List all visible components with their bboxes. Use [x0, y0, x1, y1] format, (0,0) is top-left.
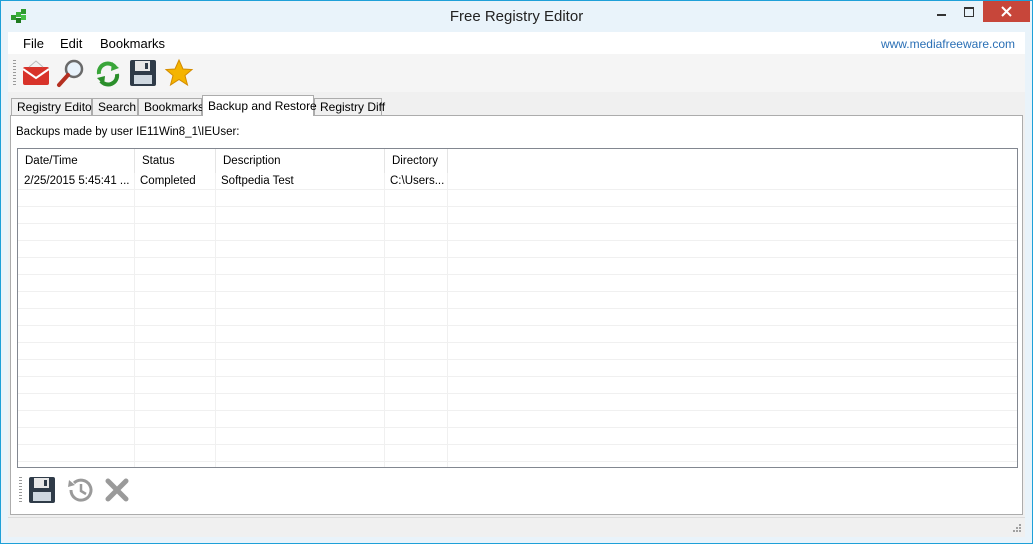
empty-row [18, 190, 1017, 207]
empty-row [18, 394, 1017, 411]
email-icon[interactable] [21, 58, 51, 88]
status-bar [8, 517, 1025, 537]
restore-history-icon[interactable] [65, 475, 95, 505]
empty-row [18, 343, 1017, 360]
table-row[interactable]: 2/25/2015 5:45:41 ... Completed Softpedi… [18, 173, 1017, 190]
empty-row [18, 445, 1017, 462]
menu-file[interactable]: File [23, 36, 44, 51]
refresh-icon[interactable] [93, 58, 123, 88]
resize-grip-icon[interactable] [1010, 523, 1022, 535]
save-icon[interactable] [128, 58, 158, 88]
close-icon [1001, 6, 1012, 17]
tab-bookmarks[interactable]: Bookmarks [138, 98, 204, 115]
column-header-datetime[interactable]: Date/Time [18, 149, 135, 173]
empty-row [18, 224, 1017, 241]
bookmark-star-icon[interactable] [164, 58, 194, 88]
empty-row [18, 326, 1017, 343]
menu-edit[interactable]: Edit [60, 36, 82, 51]
cell-description: Softpedia Test [221, 175, 294, 187]
backup-list[interactable]: Date/Time Status Description Directory 2… [17, 148, 1018, 468]
title-bar[interactable]: Free Registry Editor [1, 1, 1032, 32]
app-window: Free Registry Editor File Edit Bookmarks… [0, 0, 1033, 544]
website-link[interactable]: www.mediafreeware.com [881, 37, 1015, 51]
empty-row [18, 360, 1017, 377]
toolbar-grip[interactable] [13, 60, 16, 86]
column-header-directory[interactable]: Directory [385, 149, 448, 173]
empty-row [18, 411, 1017, 428]
main-toolbar [8, 54, 1025, 92]
tab-registry-editor[interactable]: Registry Editor [11, 98, 96, 115]
tab-backup-and-restore[interactable]: Backup and Restore [202, 95, 317, 116]
maximize-button[interactable] [955, 1, 983, 22]
search-icon[interactable] [56, 58, 86, 88]
client-area: File Edit Bookmarks www.mediafreeware.co… [8, 32, 1025, 537]
empty-row [18, 241, 1017, 258]
menu-bar: File Edit Bookmarks www.mediafreeware.co… [8, 32, 1025, 54]
column-header-status[interactable]: Status [135, 149, 216, 173]
toolbar-grip[interactable] [19, 477, 22, 503]
tab-registry-diff[interactable]: Registry Diff [314, 98, 385, 115]
empty-row [18, 275, 1017, 292]
close-button[interactable] [983, 1, 1030, 22]
menu-bookmarks[interactable]: Bookmarks [100, 36, 165, 51]
empty-row [18, 377, 1017, 394]
cell-datetime: 2/25/2015 5:45:41 ... [24, 175, 130, 187]
list-body: 2/25/2015 5:45:41 ... Completed Softpedi… [18, 173, 1017, 467]
cell-status: Completed [140, 175, 196, 187]
backup-restore-panel: Backups made by user IE11Win8_1\IEUser: … [10, 115, 1023, 515]
cell-directory: C:\Users... [390, 175, 445, 187]
empty-row [18, 258, 1017, 275]
empty-row [18, 428, 1017, 445]
column-header-description[interactable]: Description [216, 149, 385, 173]
tab-strip: Registry Editor Search Bookmarks Backup … [11, 95, 1011, 116]
window-title: Free Registry Editor [449, 8, 584, 25]
backups-caption: Backups made by user IE11Win8_1\IEUser: [16, 126, 240, 138]
tab-search[interactable]: Search [92, 98, 138, 115]
delete-x-icon[interactable] [102, 475, 132, 505]
list-header: Date/Time Status Description Directory [18, 149, 1017, 173]
save-backup-icon[interactable] [27, 475, 57, 505]
empty-row [18, 292, 1017, 309]
empty-row [18, 309, 1017, 326]
minimize-button[interactable] [927, 1, 955, 22]
empty-row [18, 207, 1017, 224]
backup-toolbar [17, 471, 317, 511]
